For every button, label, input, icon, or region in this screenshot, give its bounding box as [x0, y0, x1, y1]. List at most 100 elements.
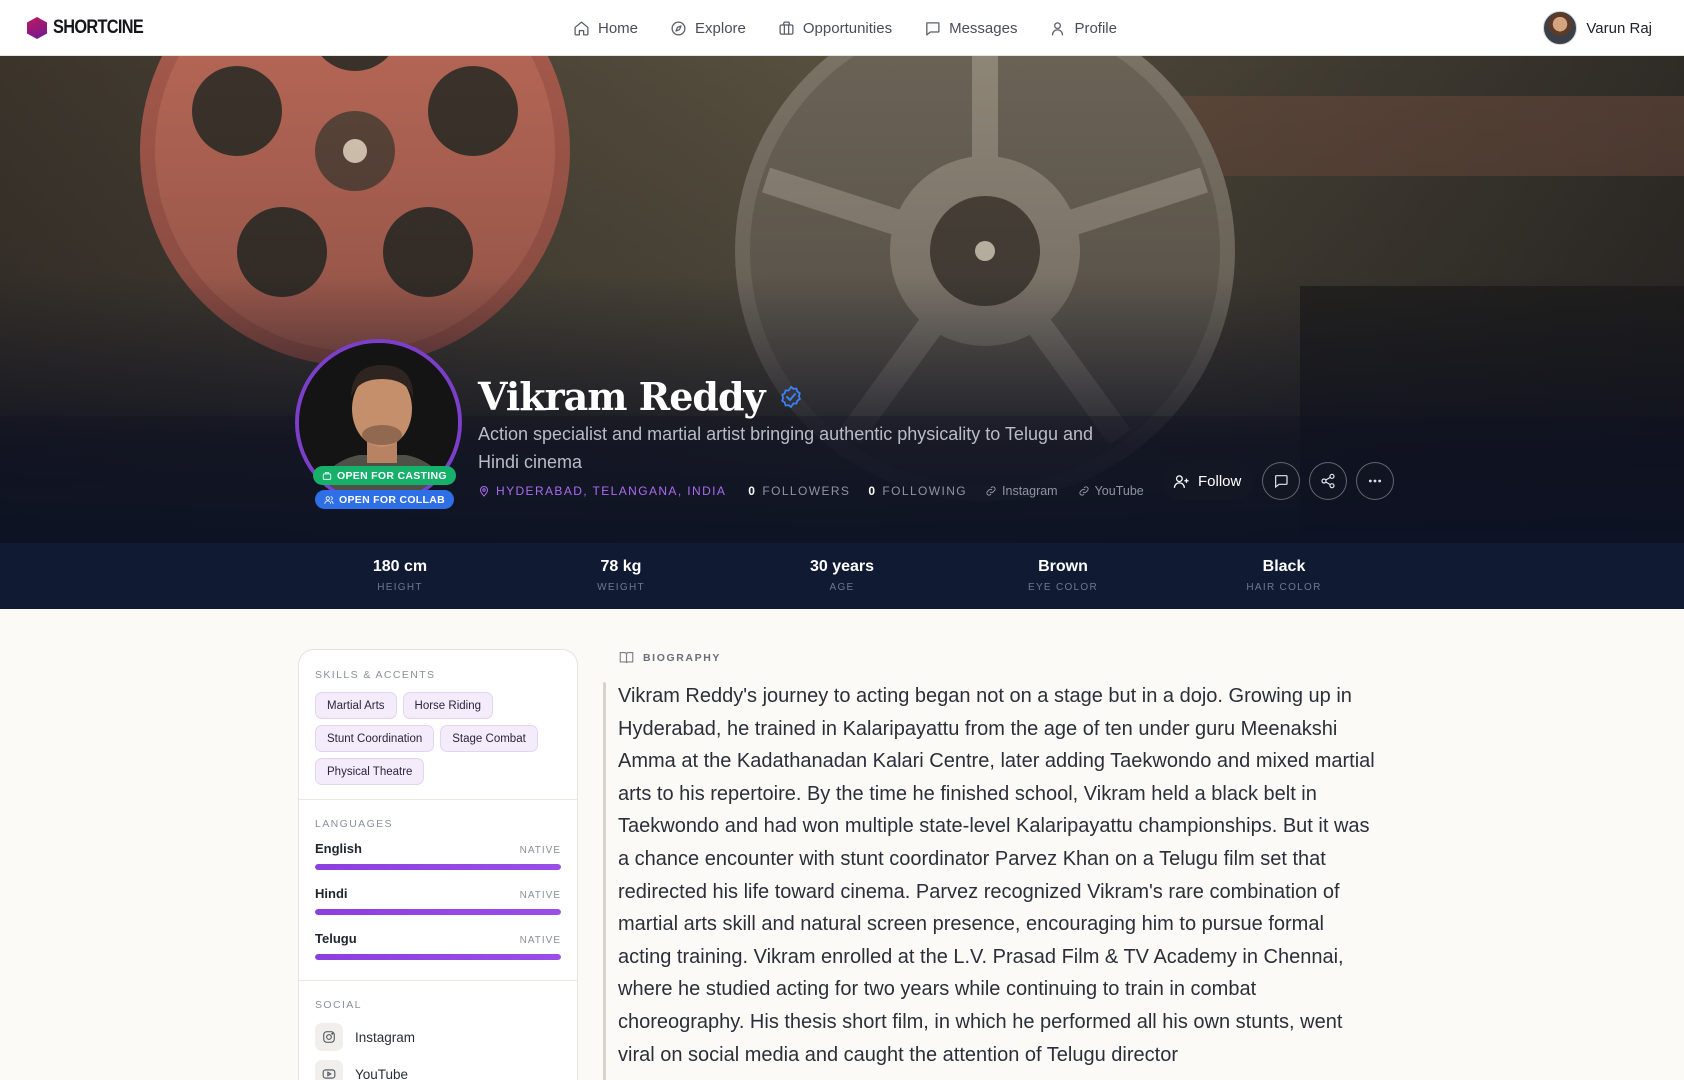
biography-title: BIOGRAPHY: [643, 651, 721, 664]
compass-icon: [671, 20, 686, 36]
followers-stat[interactable]: 0 FOLLOWERS: [748, 484, 850, 498]
open-for-collab-badge[interactable]: OPEN FOR COLLAB: [315, 490, 454, 509]
link-icon: [1079, 486, 1089, 496]
skill-chip[interactable]: Horse Riding: [402, 692, 493, 719]
stat-value: 78 kg: [600, 558, 642, 575]
stat-label: HEIGHT: [377, 582, 423, 593]
stat-label: EYE COLOR: [1027, 582, 1099, 593]
followers-count: 0: [748, 484, 757, 498]
message-icon: [926, 21, 940, 36]
skill-chip[interactable]: Stunt Coordination: [315, 725, 435, 752]
nav-messages-label: Messages: [949, 19, 1018, 37]
language-name: Telugu: [315, 931, 357, 946]
social-icon-box: [315, 1060, 343, 1080]
social-youtube[interactable]: YouTube: [315, 1060, 561, 1080]
collab-badge-label: OPEN FOR COLLAB: [339, 493, 445, 506]
briefcase-icon: [779, 20, 794, 35]
more-button[interactable]: [1356, 462, 1395, 500]
casting-badge-label: OPEN FOR CASTING: [337, 469, 447, 482]
profile-name-text: Vikram Reddy: [478, 374, 766, 419]
social-label: YouTube: [355, 1066, 409, 1080]
language-name: Hindi: [315, 886, 348, 901]
stat-value: 30 years: [809, 558, 875, 575]
nav-profile[interactable]: Profile: [1049, 0, 1117, 56]
instagram-link-label: Instagram: [1002, 484, 1058, 498]
language-level: NATIVE: [519, 935, 561, 946]
location: HYDERABAD, TELANGANA, INDIA: [478, 484, 726, 498]
follow-button[interactable]: Follow: [1162, 462, 1254, 500]
avatar: [1543, 11, 1578, 45]
social-icon-box: [315, 1023, 343, 1051]
stat-value: 180 cm: [372, 558, 428, 575]
biography-quote-rule: [603, 682, 606, 1080]
nav-messages[interactable]: Messages: [924, 0, 1017, 56]
proficiency-bar: [315, 954, 561, 960]
social-title: SOCIAL: [315, 999, 362, 1011]
proficiency-bar: [315, 909, 561, 915]
nav-home[interactable]: Home: [573, 0, 638, 56]
stat-value: Brown: [1038, 558, 1088, 575]
proficiency-fill: [315, 864, 561, 870]
more-icon: [1369, 479, 1382, 483]
stat-label: AGE: [829, 582, 855, 593]
language-level: NATIVE: [519, 890, 561, 901]
stat-weight: 78 kg WEIGHT: [541, 543, 701, 609]
user-plus-icon: [1173, 474, 1189, 488]
following-label: FOLLOWING: [882, 484, 968, 498]
profile-tagline: Action specialist and martial artist bri…: [478, 424, 1094, 472]
nav-links: Home Explore Opportunities Messages Prof…: [573, 0, 1149, 56]
user-name: Varun Raj: [1586, 19, 1652, 37]
instagram-link[interactable]: Instagram: [985, 484, 1058, 498]
logo[interactable]: SHORTCINE: [27, 16, 158, 40]
profile-actions: Follow: [1162, 462, 1395, 500]
stat-age: 30 years AGE: [762, 543, 922, 609]
following-stat[interactable]: 0 FOLLOWING: [868, 484, 967, 498]
message-icon: [1275, 475, 1288, 489]
message-button[interactable]: [1262, 462, 1301, 500]
book-icon: [619, 651, 634, 664]
nav-explore[interactable]: Explore: [670, 0, 746, 56]
share-button[interactable]: [1309, 462, 1348, 500]
stat-label: HAIR COLOR: [1246, 582, 1322, 593]
proficiency-fill: [315, 909, 561, 915]
stat-hair-color: Black HAIR COLOR: [1204, 543, 1364, 609]
user-menu[interactable]: Varun Raj: [1543, 11, 1652, 45]
skills-title: SKILLS & ACCENTS: [315, 669, 436, 681]
share-icon: [1321, 473, 1335, 489]
social-instagram[interactable]: Instagram: [315, 1023, 561, 1051]
languages-section: LANGUAGES English NATIVE Hindi NATIVE Te…: [315, 818, 561, 960]
profile-name: Vikram Reddy: [478, 374, 803, 419]
nav-opportunities[interactable]: Opportunities: [778, 0, 892, 56]
skills-section: SKILLS & ACCENTS Martial Arts Horse Ridi…: [315, 669, 565, 785]
user-icon: [1052, 21, 1064, 36]
profile-sidebar-card: SKILLS & ACCENTS Martial Arts Horse Ridi…: [298, 649, 578, 1080]
social-label: Instagram: [355, 1029, 416, 1045]
divider: [299, 980, 577, 981]
biography-header: BIOGRAPHY: [619, 650, 721, 665]
skills-list: Martial Arts Horse Riding Stunt Coordina…: [315, 692, 565, 785]
follow-button-label: Follow: [1198, 472, 1242, 490]
stat-value: Black: [1262, 558, 1306, 575]
skill-chip[interactable]: Stage Combat: [440, 725, 538, 752]
skill-chip[interactable]: Physical Theatre: [315, 758, 425, 785]
physical-stats-bar: 180 cm HEIGHT 78 kg WEIGHT 30 years AGE …: [0, 543, 1684, 609]
users-icon: [324, 495, 334, 504]
language-level: NATIVE: [519, 845, 561, 856]
language-item: Hindi NATIVE: [315, 886, 561, 915]
language-name: English: [315, 841, 362, 856]
skill-chip[interactable]: Martial Arts: [315, 692, 397, 719]
instagram-icon: [323, 1031, 335, 1043]
language-item: Telugu NATIVE: [315, 931, 561, 960]
open-for-casting-badge[interactable]: OPEN FOR CASTING: [313, 466, 456, 485]
proficiency-fill: [315, 954, 561, 960]
nav-home-label: Home: [598, 19, 639, 37]
location-text: HYDERABAD, TELANGANA, INDIA: [496, 484, 727, 498]
logo-icon: [27, 17, 47, 39]
languages-title: LANGUAGES: [315, 818, 393, 830]
youtube-link-label: YouTube: [1094, 484, 1144, 498]
followers-label: FOLLOWERS: [762, 484, 851, 498]
youtube-link[interactable]: YouTube: [1078, 484, 1144, 498]
language-item: English NATIVE: [315, 841, 561, 870]
briefcase-icon: [322, 471, 332, 480]
map-pin-icon: [479, 486, 489, 497]
